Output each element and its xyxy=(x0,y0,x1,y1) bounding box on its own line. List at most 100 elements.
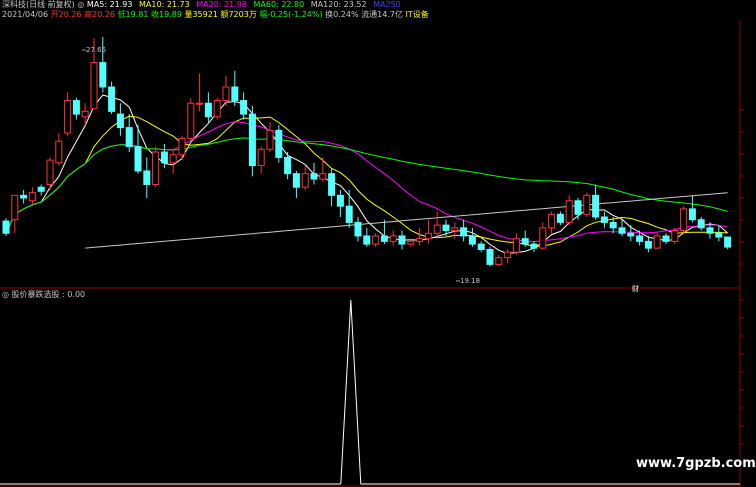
indicator-label: 股价暴跌选股 : 0.00 xyxy=(11,290,86,299)
candle-body xyxy=(451,227,459,232)
candle-body xyxy=(671,230,679,242)
candle xyxy=(319,157,327,182)
candle xyxy=(125,114,133,152)
candle-body xyxy=(363,235,371,245)
candle-body xyxy=(213,100,221,118)
candle xyxy=(592,184,600,220)
candle xyxy=(618,219,626,236)
candle-body xyxy=(178,137,186,156)
candle xyxy=(574,198,582,220)
candle xyxy=(477,241,485,253)
candle-body xyxy=(345,205,353,223)
candle xyxy=(345,189,353,228)
candle xyxy=(28,187,36,207)
indicator-settings-icon[interactable]: ◎ xyxy=(2,290,9,299)
candle-body xyxy=(222,86,230,102)
site-watermark: www.7gpzb.com xyxy=(636,456,756,471)
candle-body xyxy=(539,227,547,249)
candle-body xyxy=(20,194,28,199)
candle-body xyxy=(380,235,388,242)
low-price-label: 19.18 xyxy=(460,277,480,285)
candle-body xyxy=(240,100,248,115)
candle-body xyxy=(310,173,318,180)
candle-body xyxy=(548,213,556,229)
candle xyxy=(495,254,503,267)
candle xyxy=(504,249,512,264)
candle-body xyxy=(134,146,142,172)
candle-body xyxy=(416,238,424,242)
candle xyxy=(627,225,635,242)
candle-body xyxy=(266,129,274,150)
candle-body xyxy=(389,235,397,242)
candle-body xyxy=(64,100,72,134)
candle-body xyxy=(530,243,538,249)
candle-body xyxy=(486,249,494,265)
candle-body xyxy=(187,102,195,139)
candle xyxy=(248,105,256,177)
candle xyxy=(275,124,283,163)
candle-body xyxy=(433,224,441,234)
indicator-title: ◎ 股价暴跌选股 : 0.00 xyxy=(2,290,85,300)
candle xyxy=(662,233,670,245)
candle-body xyxy=(662,235,670,242)
stock-chart[interactable]: 27.65 19.18 财 xyxy=(0,0,756,487)
candle xyxy=(222,76,230,106)
candle-body xyxy=(583,194,591,215)
candle xyxy=(530,241,538,253)
candle-body xyxy=(328,173,336,196)
candle-body xyxy=(116,113,124,129)
candle-body xyxy=(495,257,503,265)
candle xyxy=(380,219,388,245)
ma60-line xyxy=(5,137,728,234)
candle xyxy=(433,211,441,239)
candle xyxy=(152,146,160,188)
candle xyxy=(204,92,212,123)
candle xyxy=(231,70,239,106)
candle-body xyxy=(372,235,380,245)
candle-body xyxy=(468,235,476,245)
candle xyxy=(644,235,652,253)
candle-body xyxy=(644,240,652,249)
candle-body xyxy=(2,220,10,234)
candle xyxy=(512,233,520,255)
candle xyxy=(328,168,336,207)
candle xyxy=(389,230,397,246)
high-price-label: 27.65 xyxy=(86,46,106,54)
indicator-plot xyxy=(0,299,740,485)
financial-report-marker[interactable]: 财 xyxy=(632,284,639,293)
candle-body xyxy=(143,170,151,185)
candle xyxy=(688,195,696,223)
candle xyxy=(116,103,124,136)
candle-body xyxy=(292,173,300,188)
candle xyxy=(354,217,362,242)
candle xyxy=(187,97,195,142)
candle-body xyxy=(636,235,644,242)
candle xyxy=(108,81,116,115)
candle-body xyxy=(600,216,608,223)
candle xyxy=(301,165,309,190)
candle xyxy=(671,227,679,245)
candle xyxy=(266,122,274,152)
candle xyxy=(37,184,45,196)
candle-body xyxy=(257,148,265,167)
candle xyxy=(196,73,204,112)
candle-body xyxy=(521,238,529,245)
candle-body xyxy=(90,62,98,110)
candle-body xyxy=(37,186,45,192)
candle-body xyxy=(152,151,160,185)
candle-body xyxy=(275,129,283,158)
candle xyxy=(468,227,476,247)
ma10-line xyxy=(5,115,728,247)
candle-body xyxy=(99,62,107,88)
candle-body xyxy=(125,127,133,148)
candle xyxy=(565,195,573,226)
candle xyxy=(20,189,28,204)
candle xyxy=(64,92,72,136)
candle-body xyxy=(248,113,256,167)
candle xyxy=(697,217,705,231)
candle xyxy=(372,233,380,247)
candle-body xyxy=(319,173,327,180)
candle-body xyxy=(72,100,80,115)
candle xyxy=(310,162,318,185)
candle xyxy=(600,211,608,228)
